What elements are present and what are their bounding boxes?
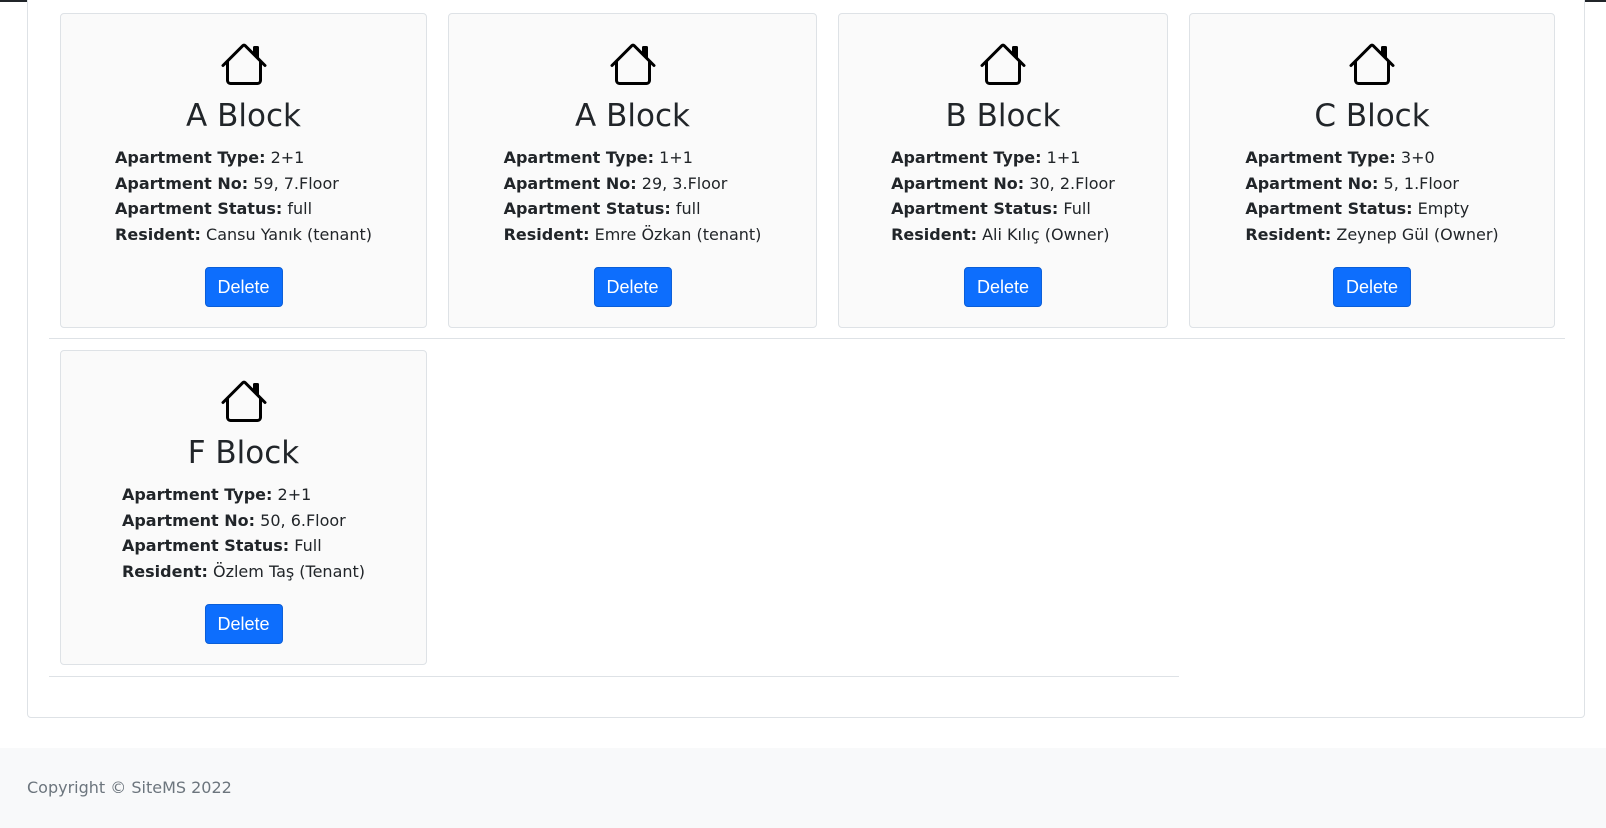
apartment-no-row: Apartment No: 59, 7.Floor [115,171,372,197]
apartment-status-row: Apartment Status: Empty [1245,196,1498,222]
house-icon [609,40,657,88]
resident-row: Resident: Özlem Taş (Tenant) [122,559,365,585]
resident-value: Özlem Taş (Tenant) [212,562,366,582]
apartment-type-row: Apartment Type: 1+1 [504,145,762,171]
row-divider [49,676,1179,677]
apartment-status-row: Apartment Status: Full [891,196,1115,222]
apartment-no-value: 5, 1.Floor [1383,173,1459,193]
apartment-card: C Block Apartment Type: 3+0 Apartment No… [1189,13,1555,328]
block-title: A Block [186,98,301,134]
apartment-type-label: Apartment Type: [121,485,273,504]
apartment-card: A Block Apartment Type: 1+1 Apartment No… [448,13,817,328]
apartment-type-row: Apartment Type: 2+1 [122,482,365,508]
apartment-no-value: 59, 7.Floor [253,173,339,193]
resident-value: Cansu Yanık (tenant) [206,225,372,245]
delete-button[interactable]: Delete [204,604,283,644]
apartment-no-row: Apartment No: 30, 2.Floor [891,171,1115,197]
block-title: C Block [1314,98,1430,134]
apartment-type-value: 1+1 [659,148,693,167]
apartment-details: Apartment Type: 1+1 Apartment No: 29, 3.… [449,145,816,248]
apartment-no-value: 29, 3.Floor [641,173,728,193]
delete-button[interactable]: Delete [593,267,672,307]
apartment-no-row: Apartment No: 5, 1.Floor [1245,171,1498,197]
apartment-type-label: Apartment Type: [1245,148,1396,167]
apartment-status-row: Apartment Status: full [115,196,372,222]
apartment-type-value: 2+1 [270,148,305,167]
block-title: B Block [945,98,1061,134]
apartment-type-value: 3+0 [1400,148,1435,167]
row-divider [49,338,1565,339]
apartment-type-row: Apartment Type: 3+0 [1245,145,1498,171]
house-icon [1348,40,1396,88]
apartment-type-label: Apartment Type: [891,148,1042,167]
house-icon [979,40,1027,88]
apartment-status-label: Apartment Status: [115,199,283,219]
delete-button[interactable]: Delete [204,267,283,307]
apartment-status-value: full [287,199,313,219]
resident-label: Resident: [891,225,978,245]
resident-row: Resident: Zeynep Gül (Owner) [1245,222,1498,248]
resident-row: Resident: Emre Özkan (tenant) [504,222,762,248]
delete-button[interactable]: Delete [963,267,1043,307]
apartment-no-label: Apartment No: [891,173,1025,193]
apartment-details: Apartment Type: 2+1 Apartment No: 50, 6.… [61,482,426,585]
delete-button[interactable]: Delete [1332,267,1412,307]
apartment-details: Apartment Type: 2+1 Apartment No: 59, 7.… [61,145,426,248]
block-title: F Block [187,435,300,471]
apartment-status-value: Full [1063,199,1091,219]
apartment-type-value: 1+1 [1046,148,1081,167]
apartment-type-value: 2+1 [277,485,312,504]
apartment-type-label: Apartment Type: [115,148,266,167]
apartment-status-label: Apartment Status: [1245,199,1413,219]
resident-row: Resident: Ali Kılıç (Owner) [891,222,1115,248]
apartment-status-label: Apartment Status: [891,199,1059,219]
resident-label: Resident: [503,225,590,245]
resident-label: Resident: [115,225,201,245]
footer: Copyright © SiteMS 2022 [0,748,1606,828]
apartment-type-row: Apartment Type: 2+1 [115,145,372,171]
apartment-details: Apartment Type: 3+0 Apartment No: 5, 1.F… [1190,145,1554,248]
apartment-status-label: Apartment Status: [503,199,671,219]
apartment-status-row: Apartment Status: full [504,196,762,222]
block-title: A Block [575,98,690,134]
resident-label: Resident: [121,562,208,582]
apartment-no-row: Apartment No: 29, 3.Floor [504,171,762,197]
apartment-no-label: Apartment No: [121,510,256,530]
apartment-card: A Block Apartment Type: 2+1 Apartment No… [60,13,427,328]
apartment-status-value: full [675,199,701,219]
apartment-status-row: Apartment Status: Full [122,533,365,559]
apartment-no-value: 30, 2.Floor [1029,173,1115,193]
resident-label: Resident: [1245,225,1332,245]
apartment-no-label: Apartment No: [1245,173,1379,193]
apartment-no-row: Apartment No: 50, 6.Floor [122,508,365,534]
apartment-no-label: Apartment No: [115,173,249,193]
resident-value: Ali Kılıç (Owner) [982,225,1110,245]
apartment-no-value: 50, 6.Floor [260,510,346,530]
apartment-card: F Block Apartment Type: 2+1 Apartment No… [60,350,427,665]
copyright-text: Copyright © SiteMS 2022 [27,778,232,797]
apartment-no-label: Apartment No: [503,173,637,193]
resident-value: Zeynep Gül (Owner) [1336,225,1499,245]
house-icon [220,40,268,88]
apartment-type-row: Apartment Type: 1+1 [891,145,1115,171]
apartment-status-label: Apartment Status: [121,536,290,556]
resident-value: Emre Özkan (tenant) [594,225,762,245]
apartment-details: Apartment Type: 1+1 Apartment No: 30, 2.… [839,145,1167,248]
apartment-status-value: Empty [1417,199,1470,219]
apartment-status-value: Full [294,536,322,556]
house-icon [220,377,268,425]
apartment-card: B Block Apartment Type: 1+1 Apartment No… [838,13,1168,328]
resident-row: Resident: Cansu Yanık (tenant) [115,222,372,248]
apartment-type-label: Apartment Type: [503,148,655,167]
